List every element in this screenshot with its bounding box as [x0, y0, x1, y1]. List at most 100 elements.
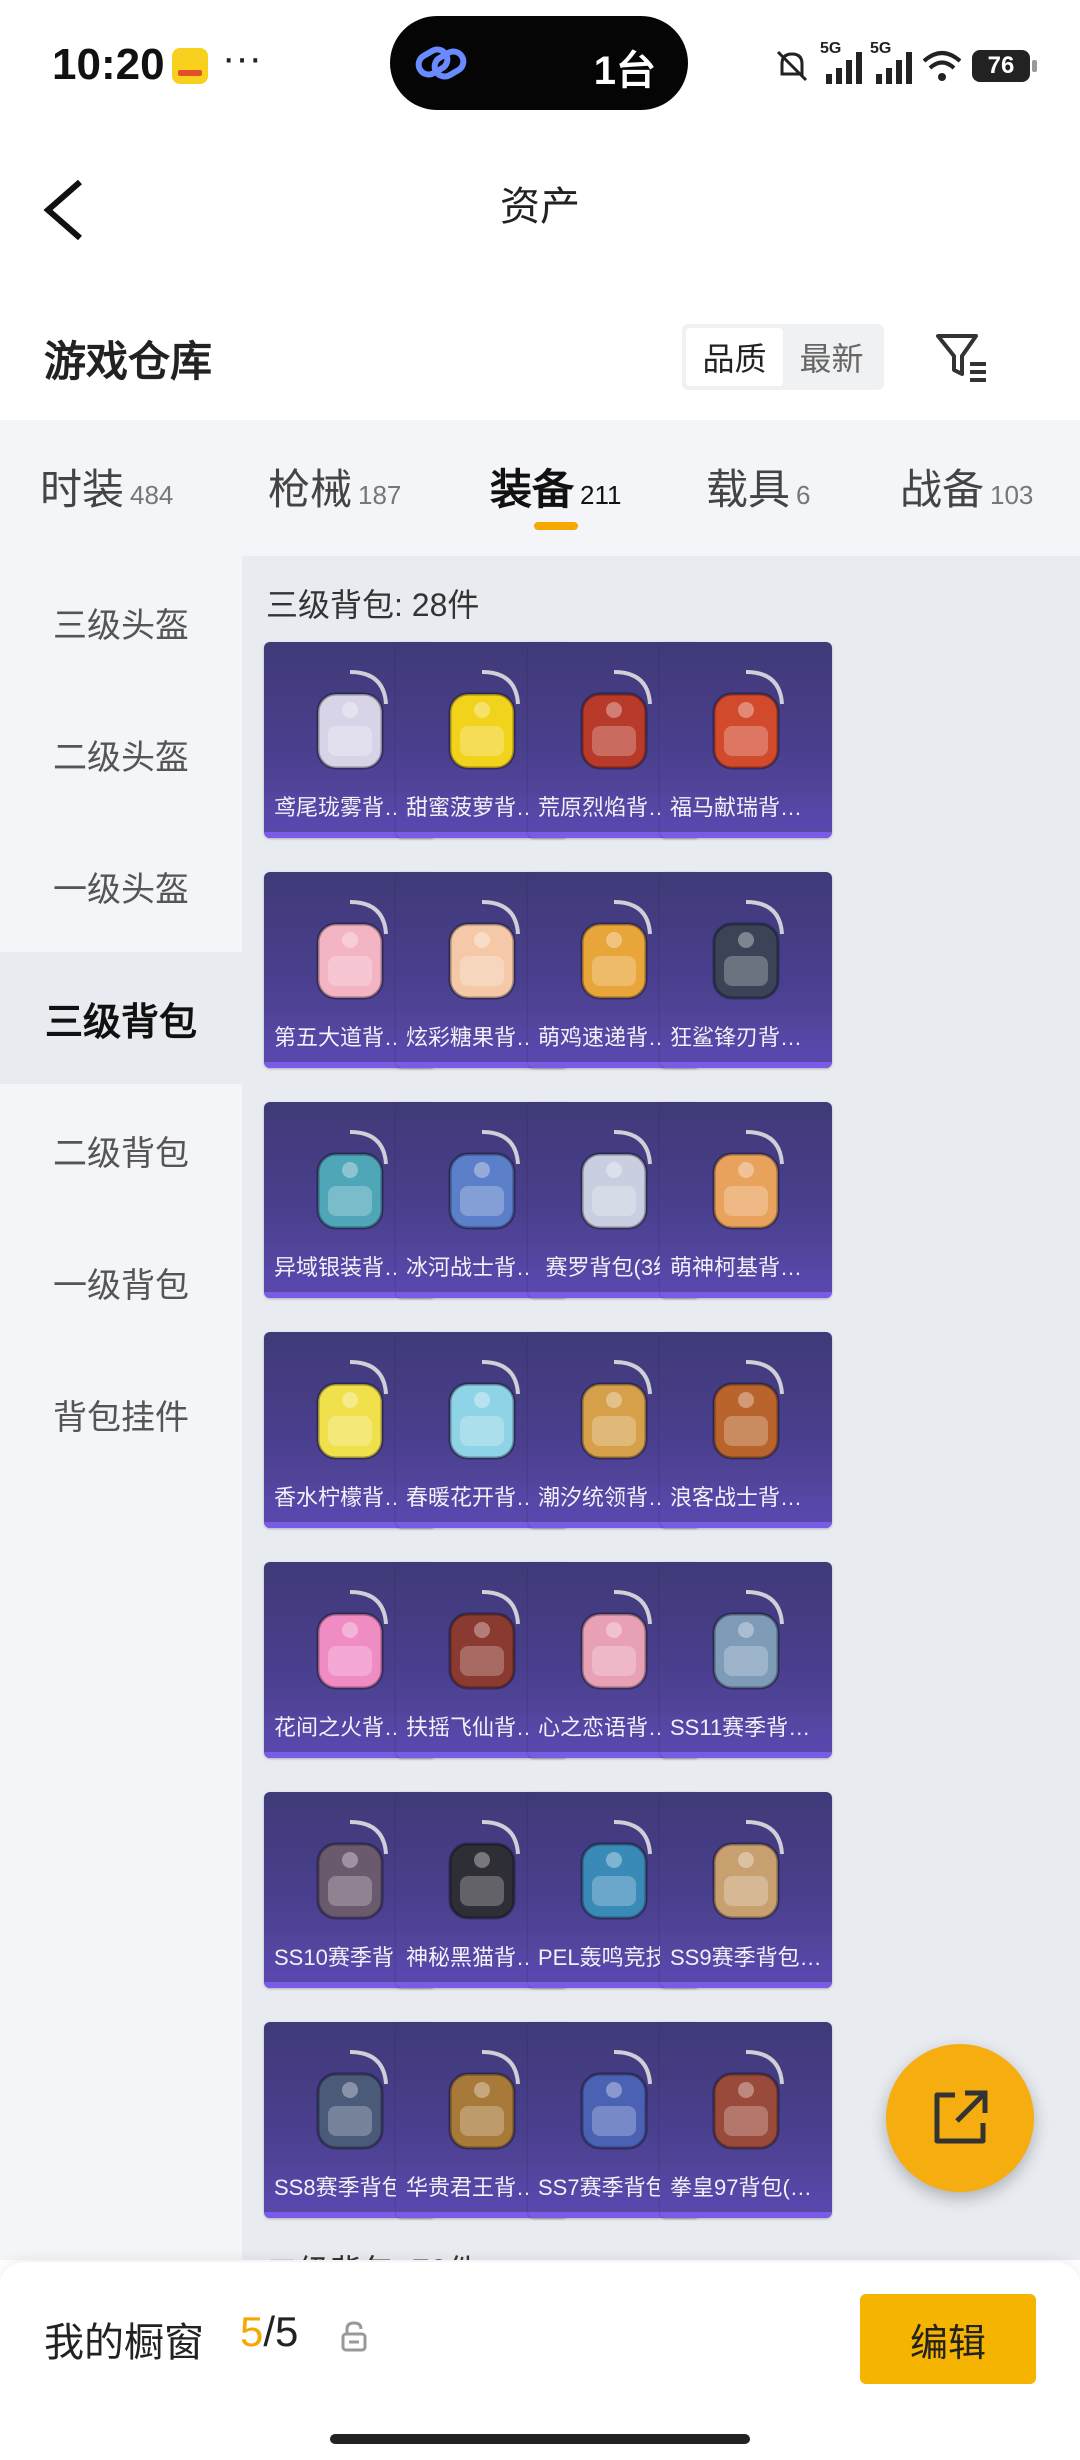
tab-label: 载具	[706, 466, 791, 513]
item-name: 狂鲨锋刃背包(3级)	[660, 1018, 832, 1058]
backpack-silver-icon	[316, 670, 388, 770]
backpack-chick-icon	[580, 900, 652, 1000]
showcase-total: 5	[275, 2308, 299, 2355]
dynamic-island[interactable]: 1台	[390, 16, 688, 110]
tab-equipment[interactable]: 装备 211	[490, 456, 621, 517]
sidebar-item-backpack-2[interactable]: 二级背包	[0, 1084, 242, 1216]
tab-fashion[interactable]: 时装 484	[40, 456, 173, 517]
status-icons: 5G 5G 76	[772, 38, 1037, 94]
app-notification-icon	[172, 48, 208, 84]
sort-quality-button[interactable]: 品质	[686, 328, 783, 386]
item-card[interactable]: SS9赛季背包(3级)	[660, 1792, 832, 1988]
mute-icon	[776, 50, 808, 82]
showcase-separator: /	[263, 2308, 276, 2355]
backpack-candy-icon	[448, 900, 520, 1000]
backpack-tide-icon	[580, 1360, 652, 1460]
item-card[interactable]: 福马献瑞背包(3级)	[660, 642, 832, 838]
backpack-ss7-icon	[580, 2050, 652, 2150]
tab-count: 187	[358, 480, 402, 510]
warehouse-header: 游戏仓库 品质 最新	[0, 300, 1080, 420]
item-name: SS11赛季背包(3级)	[660, 1708, 832, 1748]
item-card[interactable]: 狂鲨锋刃背包(3级)	[660, 872, 832, 1068]
navigation-header: 资产	[0, 130, 1080, 270]
signal-2-icon: 5G	[870, 40, 912, 84]
backpack-flame-icon	[580, 670, 652, 770]
backpack-ss11-icon	[712, 1590, 784, 1690]
status-bar: 10:20 ··· 1台 5G 5G 76	[0, 0, 1080, 130]
active-tab-indicator	[534, 522, 578, 530]
backpack-horse-icon	[712, 670, 784, 770]
edit-button[interactable]: 编辑	[860, 2294, 1036, 2384]
backpack-pel-icon	[580, 1820, 652, 1920]
showcase-current: 5	[240, 2308, 264, 2355]
backpack-ss8-icon	[316, 2050, 388, 2150]
item-name: 浪客战士背包(3级)	[660, 1478, 832, 1518]
backpack-pineapple-icon	[448, 670, 520, 770]
tab-count: 103	[990, 480, 1034, 510]
showcase-label: 我的橱窗	[44, 2321, 204, 2365]
tab-label: 时装	[40, 466, 125, 513]
subcategory-sidebar: 三级头盔 二级头盔 一级头盔 三级背包 二级背包 一级背包 背包挂件	[0, 556, 242, 2260]
backpack-pink-icon	[316, 900, 388, 1000]
item-name: 萌神柯基背包(3级)	[660, 1248, 832, 1288]
sidebar-item-backpack-1[interactable]: 一级背包	[0, 1216, 242, 1348]
backpack-kof-icon	[712, 2050, 784, 2150]
backpack-cat-icon	[448, 1820, 520, 1920]
tab-label: 战备	[900, 466, 985, 513]
tab-label: 装备	[490, 466, 575, 513]
item-name: SS9赛季背包(3级)	[660, 1938, 832, 1978]
backpack-flower-icon	[448, 1360, 520, 1460]
tab-supplies[interactable]: 战备 103	[900, 456, 1033, 517]
item-card[interactable]: 萌神柯基背包(3级)	[660, 1102, 832, 1298]
item-name: 福马献瑞背包(3级)	[660, 788, 832, 828]
backpack-shark-icon	[712, 900, 784, 1000]
wifi-icon	[922, 51, 962, 81]
tab-label: 枪械	[268, 466, 353, 513]
item-card[interactable]: 拳皇97背包(3级)	[660, 2022, 832, 2218]
tab-firearms[interactable]: 枪械 187	[268, 456, 401, 517]
sort-latest-button[interactable]: 最新	[783, 328, 880, 386]
showcase-bar: 我的橱窗 5/5 编辑	[0, 2262, 1080, 2460]
backpack-fairy-icon	[448, 1590, 520, 1690]
item-grid: 三级背包: 28件 鸢尾珑雾背包(3级)甜蜜菠萝背包(3级)荒原烈焰背包(3级)…	[242, 556, 1080, 2260]
backpack-blossom-icon	[316, 1590, 388, 1690]
item-card[interactable]: SS11赛季背包(3级)	[660, 1562, 832, 1758]
backpack-king-icon	[448, 2050, 520, 2150]
share-button[interactable]	[886, 2044, 1034, 2192]
group-title: 三级背包: 28件	[266, 587, 480, 623]
backpack-corgi-icon	[712, 1130, 784, 1230]
sidebar-item-helmet-2[interactable]: 二级头盔	[0, 688, 242, 820]
tab-count: 484	[130, 480, 174, 510]
backpack-lemon-icon	[316, 1360, 388, 1460]
more-notifications-icon: ···	[222, 36, 262, 80]
sidebar-item-helmet-3[interactable]: 三级头盔	[0, 556, 242, 688]
backpack-tech-icon	[316, 1130, 388, 1230]
lock-icon	[341, 2321, 367, 2352]
next-group-title: 二级背包: 72件	[266, 2246, 479, 2260]
backpack-zero-icon	[580, 1130, 652, 1230]
showcase-count: 5/5	[240, 2308, 298, 2356]
backpack-star-icon	[580, 1590, 652, 1690]
sidebar-item-helmet-1[interactable]: 一级头盔	[0, 820, 242, 952]
link-icon	[415, 46, 467, 80]
battery-icon: 76	[972, 50, 1037, 82]
signal-1-icon: 5G	[820, 40, 862, 84]
island-device-count: 1台	[593, 49, 656, 93]
warehouse-title: 游戏仓库	[44, 338, 213, 385]
filter-icon[interactable]	[932, 326, 992, 386]
tab-count: 211	[580, 480, 622, 510]
backpack-ss9-icon	[712, 1820, 784, 1920]
tab-vehicles[interactable]: 载具 6	[706, 456, 810, 517]
item-card[interactable]: 浪客战士背包(3级)	[660, 1332, 832, 1528]
page-title: 资产	[500, 185, 580, 229]
sidebar-item-backpack-3[interactable]: 三级背包	[0, 952, 242, 1084]
clock: 10:20	[52, 40, 165, 89]
backpack-ronin-icon	[712, 1360, 784, 1460]
home-indicator	[330, 2434, 750, 2444]
sort-toggle: 品质 最新	[682, 324, 884, 390]
sidebar-item-pendant[interactable]: 背包挂件	[0, 1348, 242, 1480]
share-external-icon	[934, 2090, 988, 2144]
backpack-ss10-icon	[316, 1820, 388, 1920]
tab-count: 6	[796, 480, 811, 510]
backpack-glacier-icon	[448, 1130, 520, 1230]
